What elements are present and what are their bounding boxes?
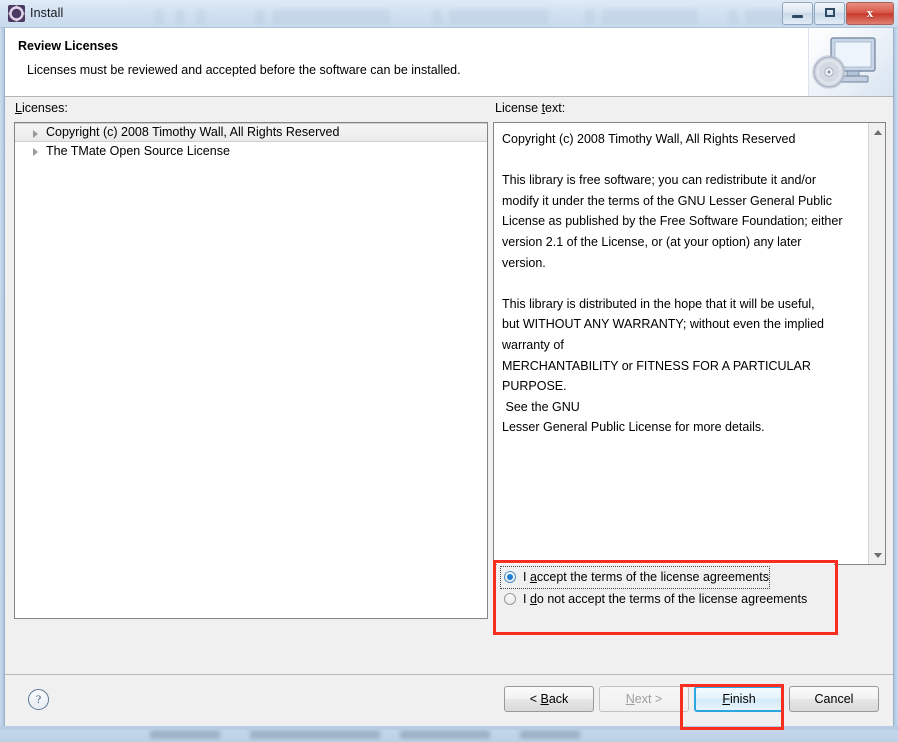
chevron-right-icon[interactable] (33, 148, 38, 156)
maximize-button[interactable] (814, 2, 845, 25)
close-icon: x (866, 5, 874, 20)
help-icon[interactable]: ? (28, 689, 49, 710)
list-item[interactable]: The TMate Open Source License (15, 142, 487, 161)
window-title: Install (30, 6, 64, 20)
install-gear-icon (8, 5, 25, 22)
license-text-label: License text: (495, 101, 566, 115)
title-bar: Install x (0, 0, 898, 28)
button-bar: < Back Next > Finish Cancel (504, 686, 879, 712)
list-item-label: The TMate Open Source License (46, 144, 230, 158)
list-item-label: Copyright (c) 2008 Timothy Wall, All Rig… (46, 125, 340, 139)
dialog-header: Review Licenses Licenses must be reviewe… (5, 28, 893, 97)
scroll-up-icon[interactable] (869, 123, 885, 140)
back-button[interactable]: < Back (504, 686, 594, 712)
license-text-content: Copyright (c) 2008 Timothy Wall, All Rig… (502, 132, 843, 435)
list-item[interactable]: Copyright (c) 2008 Timothy Wall, All Rig… (15, 123, 487, 142)
maximize-icon (825, 8, 835, 17)
dialog-content: Licenses: Copyright (c) 2008 Timothy Wal… (5, 97, 893, 674)
license-text-box[interactable]: Copyright (c) 2008 Timothy Wall, All Rig… (493, 122, 886, 565)
close-button[interactable]: x (846, 2, 894, 25)
minimize-button[interactable] (782, 2, 813, 25)
monitor-disc-icon (808, 28, 893, 96)
dialog-footer: ? < Back Next > Finish Cancel (5, 674, 893, 726)
finish-button[interactable]: Finish (694, 686, 784, 712)
screenshot-root: Install x Review Licenses Licenses must … (0, 0, 898, 742)
decline-license-label: I do not accept the terms of the license… (523, 592, 808, 606)
window-frame-right (894, 28, 898, 726)
license-text-label-pre: License (495, 101, 542, 115)
scroll-down-icon[interactable] (869, 547, 885, 564)
licenses-label-rest: icenses: (21, 101, 68, 115)
licenses-label: Licenses: (15, 101, 68, 115)
license-text-label-rest: ext: (545, 101, 566, 115)
minimize-icon (792, 15, 803, 18)
decline-license-radio[interactable]: I do not accept the terms of the license… (501, 589, 807, 610)
dialog-body: Review Licenses Licenses must be reviewe… (4, 28, 894, 726)
acceptance-radio-group: I accept the terms of the license agreem… (497, 564, 834, 631)
license-text-scrollbar[interactable] (868, 123, 885, 564)
radio-selected-icon (504, 571, 516, 583)
chevron-right-icon[interactable] (33, 130, 38, 138)
window-frame-bottom (0, 726, 898, 730)
next-button: Next > (599, 686, 689, 712)
window-controls: x (782, 2, 894, 25)
accept-license-label: I accept the terms of the license agreem… (523, 570, 769, 584)
cancel-button[interactable]: Cancel (789, 686, 879, 712)
accept-license-radio[interactable]: I accept the terms of the license agreem… (500, 566, 770, 589)
licenses-list[interactable]: Copyright (c) 2008 Timothy Wall, All Rig… (14, 122, 488, 619)
page-title: Review Licenses (18, 39, 119, 53)
install-dialog-window: Install x Review Licenses Licenses must … (0, 0, 898, 730)
radio-unselected-icon (504, 593, 516, 605)
page-subtitle: Licenses must be reviewed and accepted b… (27, 63, 461, 77)
